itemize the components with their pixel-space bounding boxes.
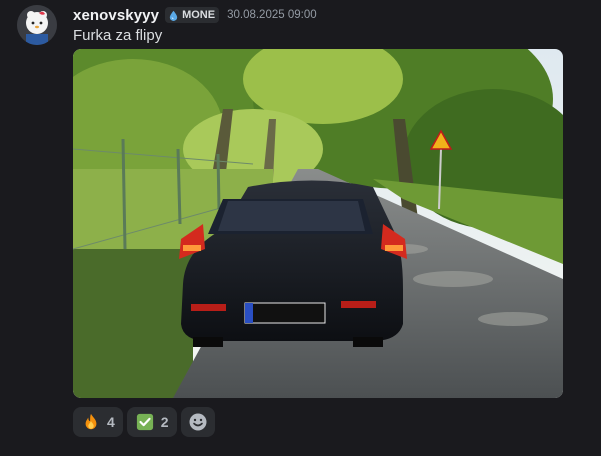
username[interactable]: xenovskyyy <box>73 7 159 24</box>
add-reaction-button[interactable] <box>180 407 215 437</box>
check-mark-icon <box>135 412 155 432</box>
chat-message: xenovskyyy MONE 30.08.2025 09:00 Furka z… <box>0 0 601 456</box>
guild-tag[interactable]: MONE <box>165 7 220 23</box>
reaction-count: 4 <box>107 414 115 430</box>
reactions-bar: 4 2 <box>73 407 215 437</box>
message-header: xenovskyyy MONE 30.08.2025 09:00 <box>73 6 317 24</box>
user-avatar[interactable] <box>17 5 57 45</box>
reaction-count: 2 <box>160 414 169 430</box>
reaction-check[interactable]: 2 <box>126 407 177 437</box>
fire-icon <box>81 412 101 432</box>
car-photo <box>73 49 563 398</box>
image-attachment[interactable] <box>73 49 563 398</box>
message-content: Furka za flipy <box>73 27 163 44</box>
guild-tag-label: MONE <box>182 9 216 21</box>
message-timestamp[interactable]: 30.08.2025 09:00 <box>227 9 317 21</box>
reaction-fire[interactable]: 4 <box>73 407 123 437</box>
droplet-icon <box>169 10 178 21</box>
smiley-icon <box>189 413 207 431</box>
